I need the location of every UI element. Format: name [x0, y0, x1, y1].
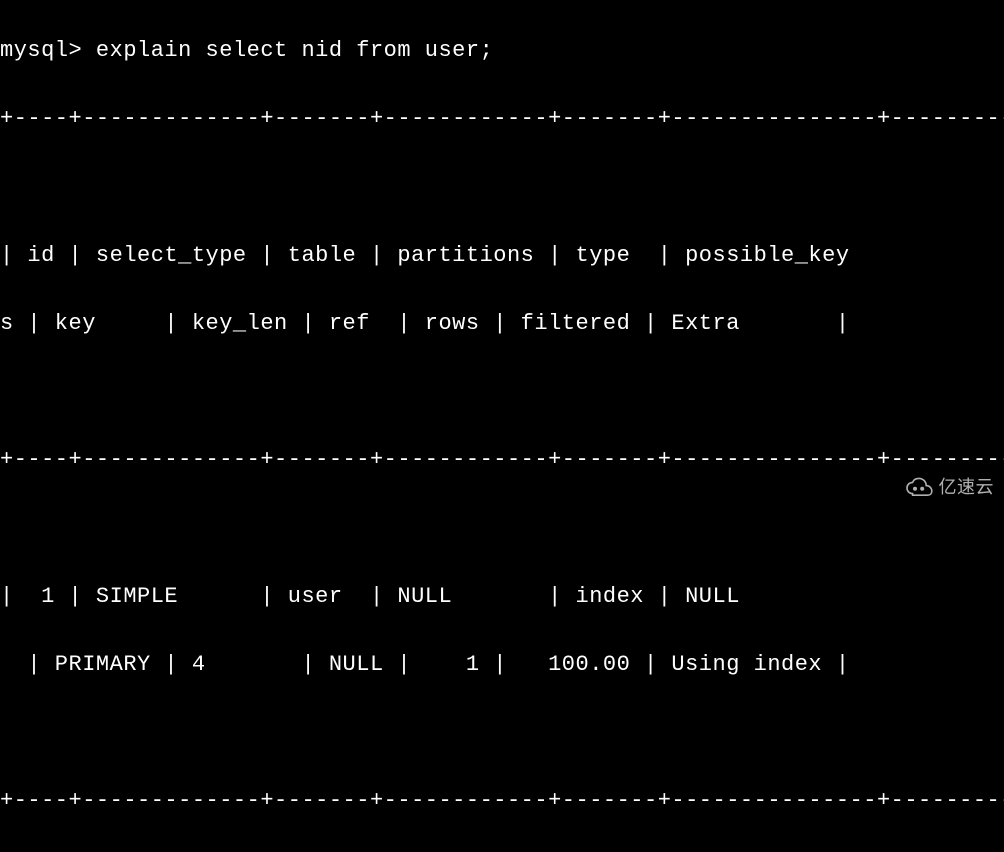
table-header-line2: s | key | key_len | ref | rows | filtere… — [0, 307, 1004, 341]
table-border-bottom: +----+-------------+-------+------------… — [0, 784, 1004, 818]
sql-command: explain select nid from user; — [96, 38, 493, 63]
table-header-line1: | id | select_type | table | partitions … — [0, 239, 1004, 273]
table-border-top: +----+-------------+-------+------------… — [0, 102, 1004, 136]
terminal-output: mysql> explain select nid from user; +--… — [0, 0, 1004, 852]
table-border-mid: +----+-------------+-------+------------… — [0, 443, 1004, 477]
blank-line — [0, 170, 1004, 204]
blank-line — [0, 511, 1004, 545]
blank-line — [0, 375, 1004, 409]
table-data-line1: | 1 | SIMPLE | user | NULL | index | NUL… — [0, 580, 1004, 614]
watermark-text: 亿速云 — [939, 474, 995, 502]
command-line: mysql> explain select nid from user; — [0, 34, 1004, 68]
blank-line — [0, 716, 1004, 750]
mysql-prompt: mysql> — [0, 38, 96, 63]
watermark: 亿速云 — [903, 474, 995, 502]
table-data-line2: | PRIMARY | 4 | NULL | 1 | 100.00 | Usin… — [0, 648, 1004, 682]
cloud-icon — [903, 477, 935, 499]
